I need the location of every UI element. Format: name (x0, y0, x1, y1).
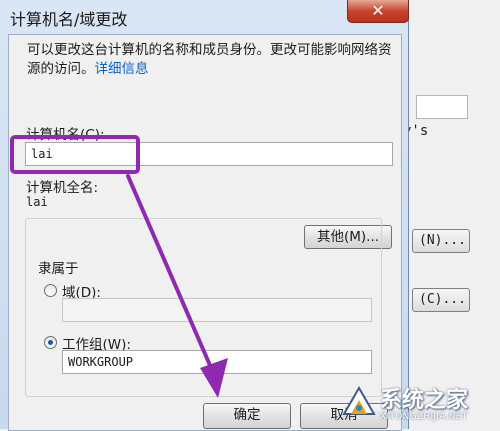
annotation-arrow (126, 174, 228, 398)
watermark-logo-icon (342, 385, 376, 415)
watermark: 系统之家 XITONGZHIJIA.NET (340, 380, 500, 429)
watermark-name: 系统之家 (380, 388, 469, 413)
watermark-url: XITONGZHIJIA.NET (380, 412, 468, 422)
